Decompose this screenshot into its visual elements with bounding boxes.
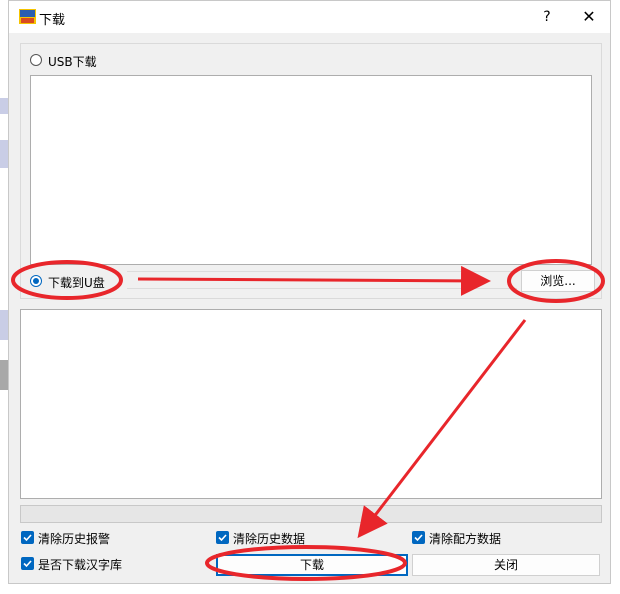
app-icon — [19, 9, 36, 24]
help-button[interactable]: ? — [527, 4, 567, 30]
usb-device-list[interactable] — [30, 75, 592, 265]
clear-data-history-checkbox[interactable] — [216, 531, 229, 544]
download-log-area[interactable] — [20, 309, 602, 499]
usb-download-label: USB下载 — [48, 55, 97, 69]
download-font-library-label: 是否下载汉字库 — [38, 558, 123, 572]
udisk-path-field[interactable] — [127, 271, 517, 289]
download-button[interactable]: 下载 — [216, 554, 408, 576]
clear-alarm-history-label: 清除历史报警 — [38, 532, 111, 546]
download-dialog: 下载 ? ✕ USB下载 下载到U盘 浏览... 清除历史报警 清除历史数据 清… — [8, 0, 611, 584]
download-progress-bar — [20, 505, 602, 523]
download-font-library-checkbox[interactable] — [21, 557, 34, 570]
clear-alarm-history-checkbox[interactable] — [21, 531, 34, 544]
udisk-download-radio[interactable] — [30, 275, 42, 287]
udisk-download-label: 下载到U盘 — [48, 276, 105, 290]
close-button[interactable]: 关闭 — [412, 554, 600, 576]
browse-button[interactable]: 浏览... — [521, 270, 595, 292]
title-bar: 下载 ? ✕ — [9, 1, 610, 33]
clear-data-history-label: 清除历史数据 — [233, 532, 306, 546]
close-window-button[interactable]: ✕ — [569, 4, 609, 30]
clear-recipe-data-checkbox[interactable] — [412, 531, 425, 544]
window-title: 下载 — [39, 13, 66, 28]
clear-recipe-data-label: 清除配方数据 — [429, 532, 502, 546]
usb-download-radio[interactable] — [30, 54, 42, 66]
